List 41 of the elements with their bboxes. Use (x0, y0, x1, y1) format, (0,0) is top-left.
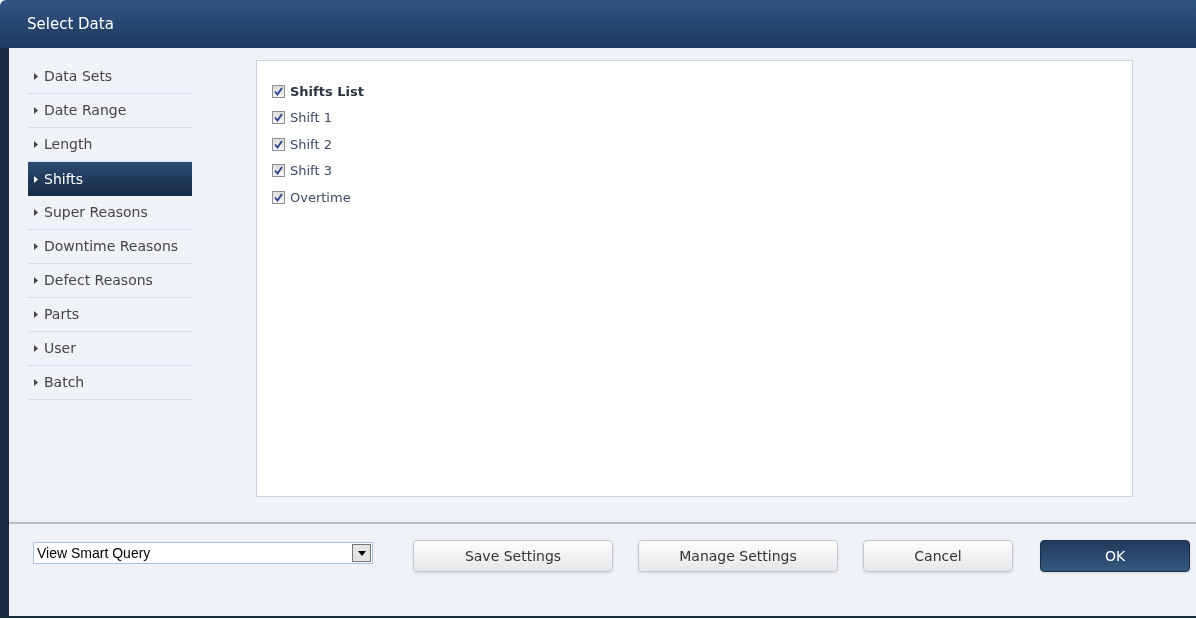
action-button[interactable]: Save Settings (413, 540, 613, 572)
caret-icon (34, 311, 38, 318)
dropdown-icon[interactable] (352, 544, 371, 562)
option-label: Shifts List (290, 82, 364, 101)
sidebar-item[interactable]: Date Range (28, 94, 192, 128)
checkbox[interactable] (272, 137, 285, 151)
option-label: Shift 3 (290, 162, 332, 180)
sidebar-item[interactable]: Defect Reasons (28, 264, 192, 298)
checkbox[interactable] (272, 190, 285, 204)
action-button[interactable]: Cancel (863, 540, 1013, 572)
sidebar-item[interactable]: User (28, 332, 192, 366)
checkbox[interactable] (272, 84, 285, 98)
caret-icon (34, 175, 38, 183)
check-icon (274, 166, 283, 176)
caret-icon (34, 345, 38, 352)
check-icon (274, 192, 283, 202)
check-icon (274, 86, 283, 96)
sidebar-item[interactable]: Data Sets (28, 60, 192, 94)
checkbox[interactable] (272, 111, 285, 125)
caret-icon (34, 141, 38, 148)
option-label: Overtime (290, 188, 351, 207)
sidebar-item[interactable]: Shifts (28, 162, 192, 196)
caret-icon (34, 379, 38, 386)
sidebar-item[interactable]: Super Reasons (28, 196, 192, 230)
sidebar-item[interactable]: Parts (28, 298, 192, 332)
check-icon (274, 113, 283, 123)
action-button[interactable]: Manage Settings (638, 540, 838, 572)
ok-button[interactable]: OK (1040, 540, 1190, 572)
sidebar-item[interactable]: Downtime Reasons (28, 230, 192, 264)
window-title: Select Data (27, 13, 114, 35)
caret-icon (34, 243, 38, 250)
check-icon (274, 139, 283, 149)
caret-icon (34, 277, 38, 284)
sidebar-item[interactable]: Batch (28, 366, 192, 400)
query-select[interactable]: View Smart Query (33, 542, 373, 564)
caret-icon (34, 73, 38, 80)
checkbox[interactable] (272, 164, 285, 178)
caret-icon (34, 209, 38, 216)
option-label: Shift 2 (290, 135, 332, 154)
option-label: Shift 1 (290, 109, 332, 127)
caret-icon (34, 107, 38, 114)
